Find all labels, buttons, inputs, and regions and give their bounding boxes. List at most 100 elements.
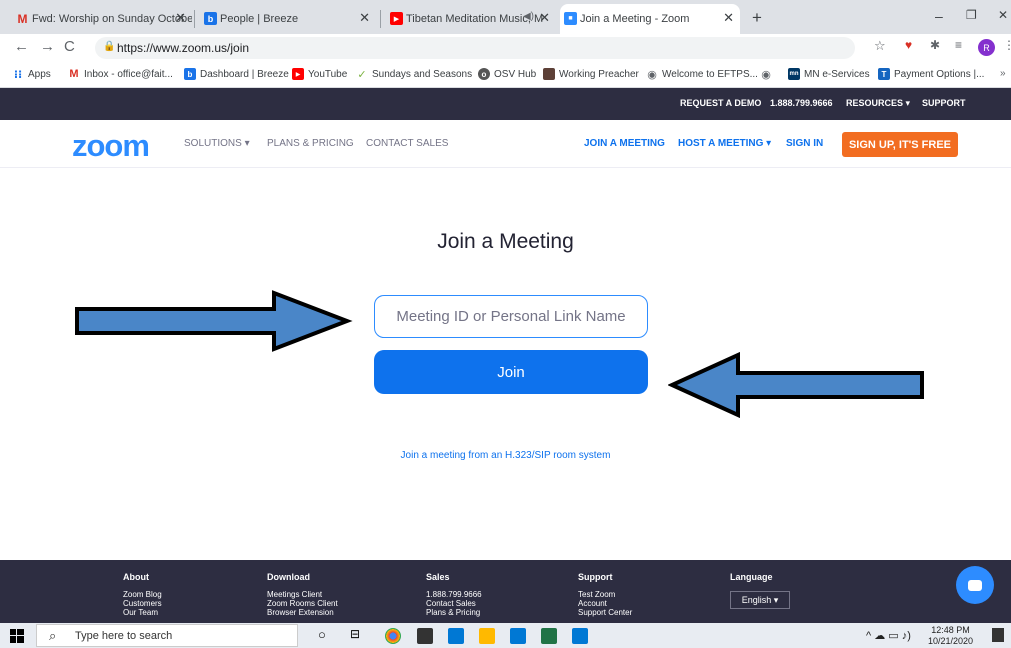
bookmark-breeze[interactable]: b Dashboard | Breeze [184,68,289,80]
address-bar[interactable]: 🔒 https://www.zoom.us/join [95,37,855,59]
left-arrow-annotation [668,352,924,418]
bookmark-mn-eservices[interactable]: mn MN e-Services [788,68,870,80]
chat-bubble-icon [968,579,982,591]
cortana-icon[interactable]: ○ [318,627,326,642]
zoom-navbar: zoom SOLUTIONS ▾ PLANS & PRICING CONTACT… [0,120,1011,168]
contact-sales-link[interactable]: CONTACT SALES [366,138,448,149]
breeze-icon: b [204,12,217,25]
tab-zoom[interactable]: ■ Join a Meeting - Zoom ✕ [560,4,740,34]
tab-gmail[interactable]: M Fwd: Worship on Sunday Octobe ✕ [12,4,193,34]
footer-link[interactable]: Our Team [123,608,162,617]
join-button[interactable]: Join [374,350,648,394]
back-arrow-icon[interactable]: ← [14,38,29,55]
language-select[interactable]: English ▾ [730,591,790,609]
search-icon: ⌕ [49,628,57,643]
system-tray-icons[interactable]: ^ ☁ ▭ ♪) [866,629,911,642]
browser-tab-strip: M Fwd: Worship on Sunday Octobe ✕ b Peop… [0,0,1011,34]
outlook-icon[interactable] [510,628,526,644]
chat-button[interactable] [956,566,994,604]
publisher-icon[interactable] [572,628,588,644]
footer-link[interactable]: Zoom Blog [123,590,162,599]
reload-icon[interactable]: C [64,38,75,55]
globe-icon: ◉ [761,68,771,81]
reading-list-icon[interactable]: ≡ [955,38,962,52]
plans-pricing-link[interactable]: PLANS & PRICING [267,138,354,149]
support-link[interactable]: SUPPORT [922,98,966,108]
lock-icon: 🔒 [103,41,116,52]
tab-separator [380,10,381,28]
footer-column-about: About Zoom Blog Customers Our Team [123,572,162,617]
sign-up-button[interactable]: SIGN UP, IT'S FREE [842,132,958,157]
forward-arrow-icon[interactable]: → [40,38,55,55]
gmail-icon: M [17,11,28,26]
profile-avatar[interactable]: R [978,39,995,56]
taskbar-search[interactable]: ⌕ Type here to search [36,624,298,647]
footer-column-sales: Sales 1.888.799.9666 Contact Sales Plans… [426,572,482,617]
footer-link[interactable]: 1.888.799.9666 [426,590,482,599]
meeting-id-input[interactable] [374,295,648,338]
new-tab-button[interactable]: + [752,8,762,28]
notification-icon[interactable] [992,628,1004,642]
host-meeting-menu[interactable]: HOST A MEETING ▾ [678,138,771,149]
bookmark-globe[interactable]: ◉ [760,68,776,81]
windows-start-icon[interactable] [10,629,24,643]
footer-link[interactable]: Contact Sales [426,599,482,608]
bookmark-youtube[interactable]: ▶ YouTube [292,68,347,80]
footer-link[interactable]: Account [578,599,632,608]
close-icon[interactable]: ✕ [539,10,550,26]
globe-icon: ◉ [647,68,657,81]
bookmark-inbox[interactable]: M Inbox - office@fait... [68,68,173,80]
footer-link[interactable]: Browser Extension [267,608,338,617]
browser-toolbar: ← → C 🔒 https://www.zoom.us/join ☆ ♥ ✱ ≡… [0,34,1011,62]
working-preacher-icon [543,68,555,80]
bookmark-apps[interactable]: ⁝⁝ Apps [12,68,51,81]
resources-menu[interactable]: RESOURCES ▾ [846,98,910,109]
footer-link[interactable]: Plans & Pricing [426,608,482,617]
request-demo-link[interactable]: REQUEST A DEMO [680,98,761,108]
extensions-icon[interactable]: ✱ [930,38,940,52]
zoom-logo[interactable]: zoom [72,128,150,164]
join-meeting-link[interactable]: JOIN A MEETING [584,138,665,149]
mail-icon[interactable] [448,628,464,644]
close-icon[interactable]: ✕ [723,10,734,26]
chrome-icon[interactable] [385,628,401,644]
close-window-button[interactable]: ✕ [998,8,1008,22]
star-icon[interactable]: ☆ [874,38,886,54]
bookmark-eftps[interactable]: ◉ Welcome to EFTPS... [646,68,758,81]
footer-link[interactable]: Customers [123,599,162,608]
pocket-icon[interactable]: ♥ [905,38,912,52]
menu-icon[interactable]: ⋮ [1003,38,1011,52]
h323-sip-link[interactable]: Join a meeting from an H.323/SIP room sy… [0,450,1011,461]
footer-link[interactable]: Test Zoom [578,590,632,599]
tab-youtube[interactable]: ▶ Tibetan Meditation Music, M ◀) ✕ [386,4,556,34]
youtube-icon: ▶ [292,68,304,80]
zoom-topbar: REQUEST A DEMO 1.888.799.9666 RESOURCES … [0,88,1011,120]
sign-in-link[interactable]: SIGN IN [786,138,823,149]
taskbar-clock[interactable]: 12:48 PM 10/21/2020 [928,625,973,647]
bookmarks-overflow-icon[interactable]: » [1000,68,1006,79]
file-explorer-icon[interactable] [479,628,495,644]
maximize-button[interactable]: ❐ [966,8,977,22]
tab-breeze[interactable]: b People | Breeze ✕ [200,4,376,34]
solutions-menu[interactable]: SOLUTIONS ▾ [184,138,250,149]
footer-link[interactable]: Meetings Client [267,590,338,599]
footer-link[interactable]: Support Center [578,608,632,617]
tab-label: Join a Meeting - Zoom [580,13,690,25]
excel-icon[interactable] [541,628,557,644]
youtube-icon: ▶ [390,12,403,25]
bookmark-working-preacher[interactable]: Working Preacher [543,68,639,80]
windows-taskbar: ⌕ Type here to search ○ ⊟ ^ ☁ ▭ ♪) 12:48… [0,623,1011,648]
bookmark-payment[interactable]: T Payment Options |... [878,68,984,80]
bookmark-sundays[interactable]: ✓ Sundays and Seasons [356,68,472,81]
tab-label: People | Breeze [220,13,299,25]
footer-column-language: Language [730,572,773,582]
breeze-icon: b [184,68,196,80]
task-view-icon[interactable]: ⊟ [350,627,360,641]
store-icon[interactable] [417,628,433,644]
close-icon[interactable]: ✕ [359,10,370,26]
bookmark-osv[interactable]: o OSV Hub [478,68,536,80]
phone-link[interactable]: 1.888.799.9666 [770,98,833,108]
close-icon[interactable]: ✕ [175,10,186,26]
footer-link[interactable]: Zoom Rooms Client [267,599,338,608]
minimize-button[interactable]: – [935,8,943,24]
